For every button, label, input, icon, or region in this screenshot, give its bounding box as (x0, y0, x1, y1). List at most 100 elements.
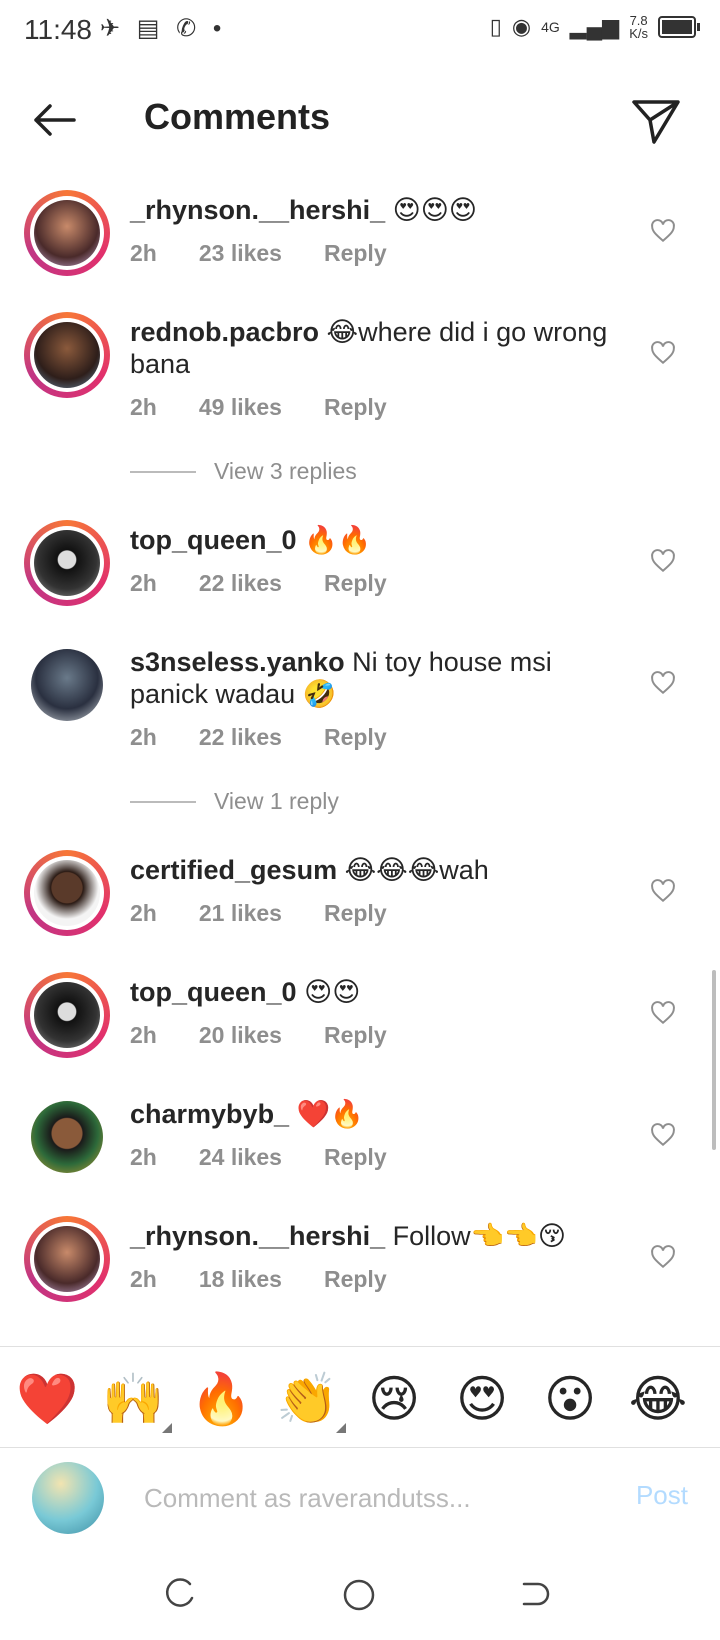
view-replies-button[interactable]: View 3 replies (130, 458, 357, 485)
skin-tone-indicator-icon (336, 1423, 346, 1433)
comment-username[interactable]: s3nseless.yanko (130, 647, 345, 677)
avatar[interactable] (24, 190, 110, 276)
comment-item: _rhynson.__hershi_ Follow👈👈😚 2h 18 likes… (0, 1216, 720, 1346)
comment-likes[interactable]: 22 likes (199, 724, 282, 751)
comment-username[interactable]: top_queen_0 (130, 525, 297, 555)
avatar[interactable] (24, 1094, 110, 1180)
comment-text: certified_gesum 😂😂😂wah (130, 854, 620, 886)
direct-send-icon[interactable] (628, 92, 684, 148)
comment-username[interactable]: _rhynson.__hershi_ (130, 195, 385, 225)
home-icon[interactable] (342, 1578, 376, 1612)
comment-meta: 2h 20 likes Reply (130, 1022, 387, 1049)
comment-composer: Post (0, 1448, 720, 1546)
comment-text: s3nseless.yanko Ni toy house msi panick … (130, 646, 620, 710)
view-replies-button[interactable]: View 1 reply (130, 788, 339, 815)
avatar[interactable] (24, 1216, 110, 1302)
reaction-clap-glyph: 👏 (276, 1371, 339, 1427)
avatar[interactable] (24, 642, 110, 728)
comment-text: _rhynson.__hershi_ Follow👈👈😚 (130, 1220, 620, 1252)
message-icon: ▤ (136, 15, 160, 42)
back-arrow-icon[interactable] (30, 96, 78, 144)
view-replies-label: View 1 reply (214, 788, 339, 814)
comment-body: 😍😍😍 (392, 195, 478, 225)
reaction-laughing[interactable]: 😂 (628, 1369, 688, 1429)
comment-meta: 2h 49 likes Reply (130, 394, 387, 421)
reaction-clap[interactable]: 👏 (276, 1369, 346, 1433)
reaction-heart-eyes[interactable]: 😍 (452, 1369, 512, 1429)
like-heart-icon[interactable] (650, 340, 676, 366)
like-heart-icon[interactable] (650, 1000, 676, 1026)
comment-username[interactable]: certified_gesum (130, 855, 337, 885)
comment-time: 2h (130, 570, 157, 596)
reaction-surprised[interactable]: 😮 (540, 1369, 600, 1429)
like-heart-icon[interactable] (650, 1122, 676, 1148)
reaction-raised-hands-glyph: 🙌 (102, 1371, 165, 1427)
comment-username[interactable]: rednob.pacbro (130, 317, 319, 347)
like-heart-icon[interactable] (650, 670, 676, 696)
like-heart-icon[interactable] (650, 1244, 676, 1270)
header: Comments (0, 72, 720, 168)
post-button[interactable]: Post (636, 1480, 688, 1511)
comment-meta: 2h 24 likes Reply (130, 1144, 387, 1171)
hotspot-icon: ◉ (511, 14, 532, 39)
reply-button[interactable]: Reply (324, 1266, 387, 1293)
comment-input[interactable] (142, 1472, 586, 1524)
network-type: 4G (541, 19, 560, 35)
scrollbar[interactable] (712, 970, 716, 1150)
reply-button[interactable]: Reply (324, 240, 387, 267)
like-heart-icon[interactable] (650, 218, 676, 244)
comment-time: 2h (130, 394, 157, 420)
skin-tone-indicator-icon (162, 1423, 172, 1433)
vibrate-icon: ▯ (489, 14, 502, 39)
comment-likes[interactable]: 22 likes (199, 570, 282, 597)
comment-meta: 2h 22 likes Reply (130, 570, 387, 597)
comment-body: 😍😍 (304, 977, 361, 1007)
reaction-crying[interactable]: 😢 (364, 1369, 424, 1429)
divider (130, 800, 196, 803)
reply-button[interactable]: Reply (324, 570, 387, 597)
whatsapp-icon: ✆ (176, 15, 197, 42)
comment-time: 2h (130, 1144, 157, 1170)
comment-body: 😂😂😂wah (344, 855, 489, 885)
telegram-icon: ✈ (100, 15, 121, 42)
comment-time: 2h (130, 1266, 157, 1292)
comment-time: 2h (130, 724, 157, 750)
reaction-raised-hands[interactable]: 🙌 (102, 1369, 172, 1433)
avatar[interactable] (24, 972, 110, 1058)
reply-button[interactable]: Reply (324, 1144, 387, 1171)
avatar[interactable] (24, 850, 110, 936)
status-system-icons: ▯ ◉ 4G ▂▄▆ 7.8 K/s (489, 14, 700, 41)
reply-button[interactable]: Reply (324, 900, 387, 927)
comment-likes[interactable]: 23 likes (199, 240, 282, 267)
comment-likes[interactable]: 20 likes (199, 1022, 282, 1049)
comment-likes[interactable]: 21 likes (199, 900, 282, 927)
reaction-heart[interactable]: ❤️ (16, 1369, 78, 1429)
reply-button[interactable]: Reply (324, 1022, 387, 1049)
net-speed-unit: K/s (629, 26, 648, 41)
avatar[interactable] (24, 312, 110, 398)
back-nav-icon[interactable] (518, 1578, 550, 1610)
like-heart-icon[interactable] (650, 878, 676, 904)
reply-button[interactable]: Reply (324, 724, 387, 751)
like-heart-icon[interactable] (650, 548, 676, 574)
comment-time: 2h (130, 1022, 157, 1048)
comment-username[interactable]: charmybyb_ (130, 1099, 289, 1129)
comment-likes[interactable]: 49 likes (199, 394, 282, 421)
comment-time: 2h (130, 900, 157, 926)
comment-body: ❤️🔥 (296, 1099, 364, 1129)
avatar[interactable] (24, 520, 110, 606)
comment-username[interactable]: top_queen_0 (130, 977, 297, 1007)
battery-icon (658, 16, 700, 38)
reaction-fire[interactable]: 🔥 (190, 1369, 252, 1429)
quick-reaction-bar: ❤️ 🙌 🔥 👏 😢 😍 😮 😂 (0, 1346, 720, 1448)
reply-button[interactable]: Reply (324, 394, 387, 421)
recent-apps-icon[interactable] (164, 1578, 196, 1610)
comment-likes[interactable]: 18 likes (199, 1266, 282, 1293)
comment-likes[interactable]: 24 likes (199, 1144, 282, 1171)
comment-text: _rhynson.__hershi_ 😍😍😍 (130, 194, 620, 226)
comment-username[interactable]: _rhynson.__hershi_ (130, 1221, 385, 1251)
view-replies-label: View 3 replies (214, 458, 357, 484)
page-title: Comments (144, 96, 331, 137)
comment-text: top_queen_0 😍😍 (130, 976, 620, 1008)
status-time: 11:48 (24, 14, 92, 45)
